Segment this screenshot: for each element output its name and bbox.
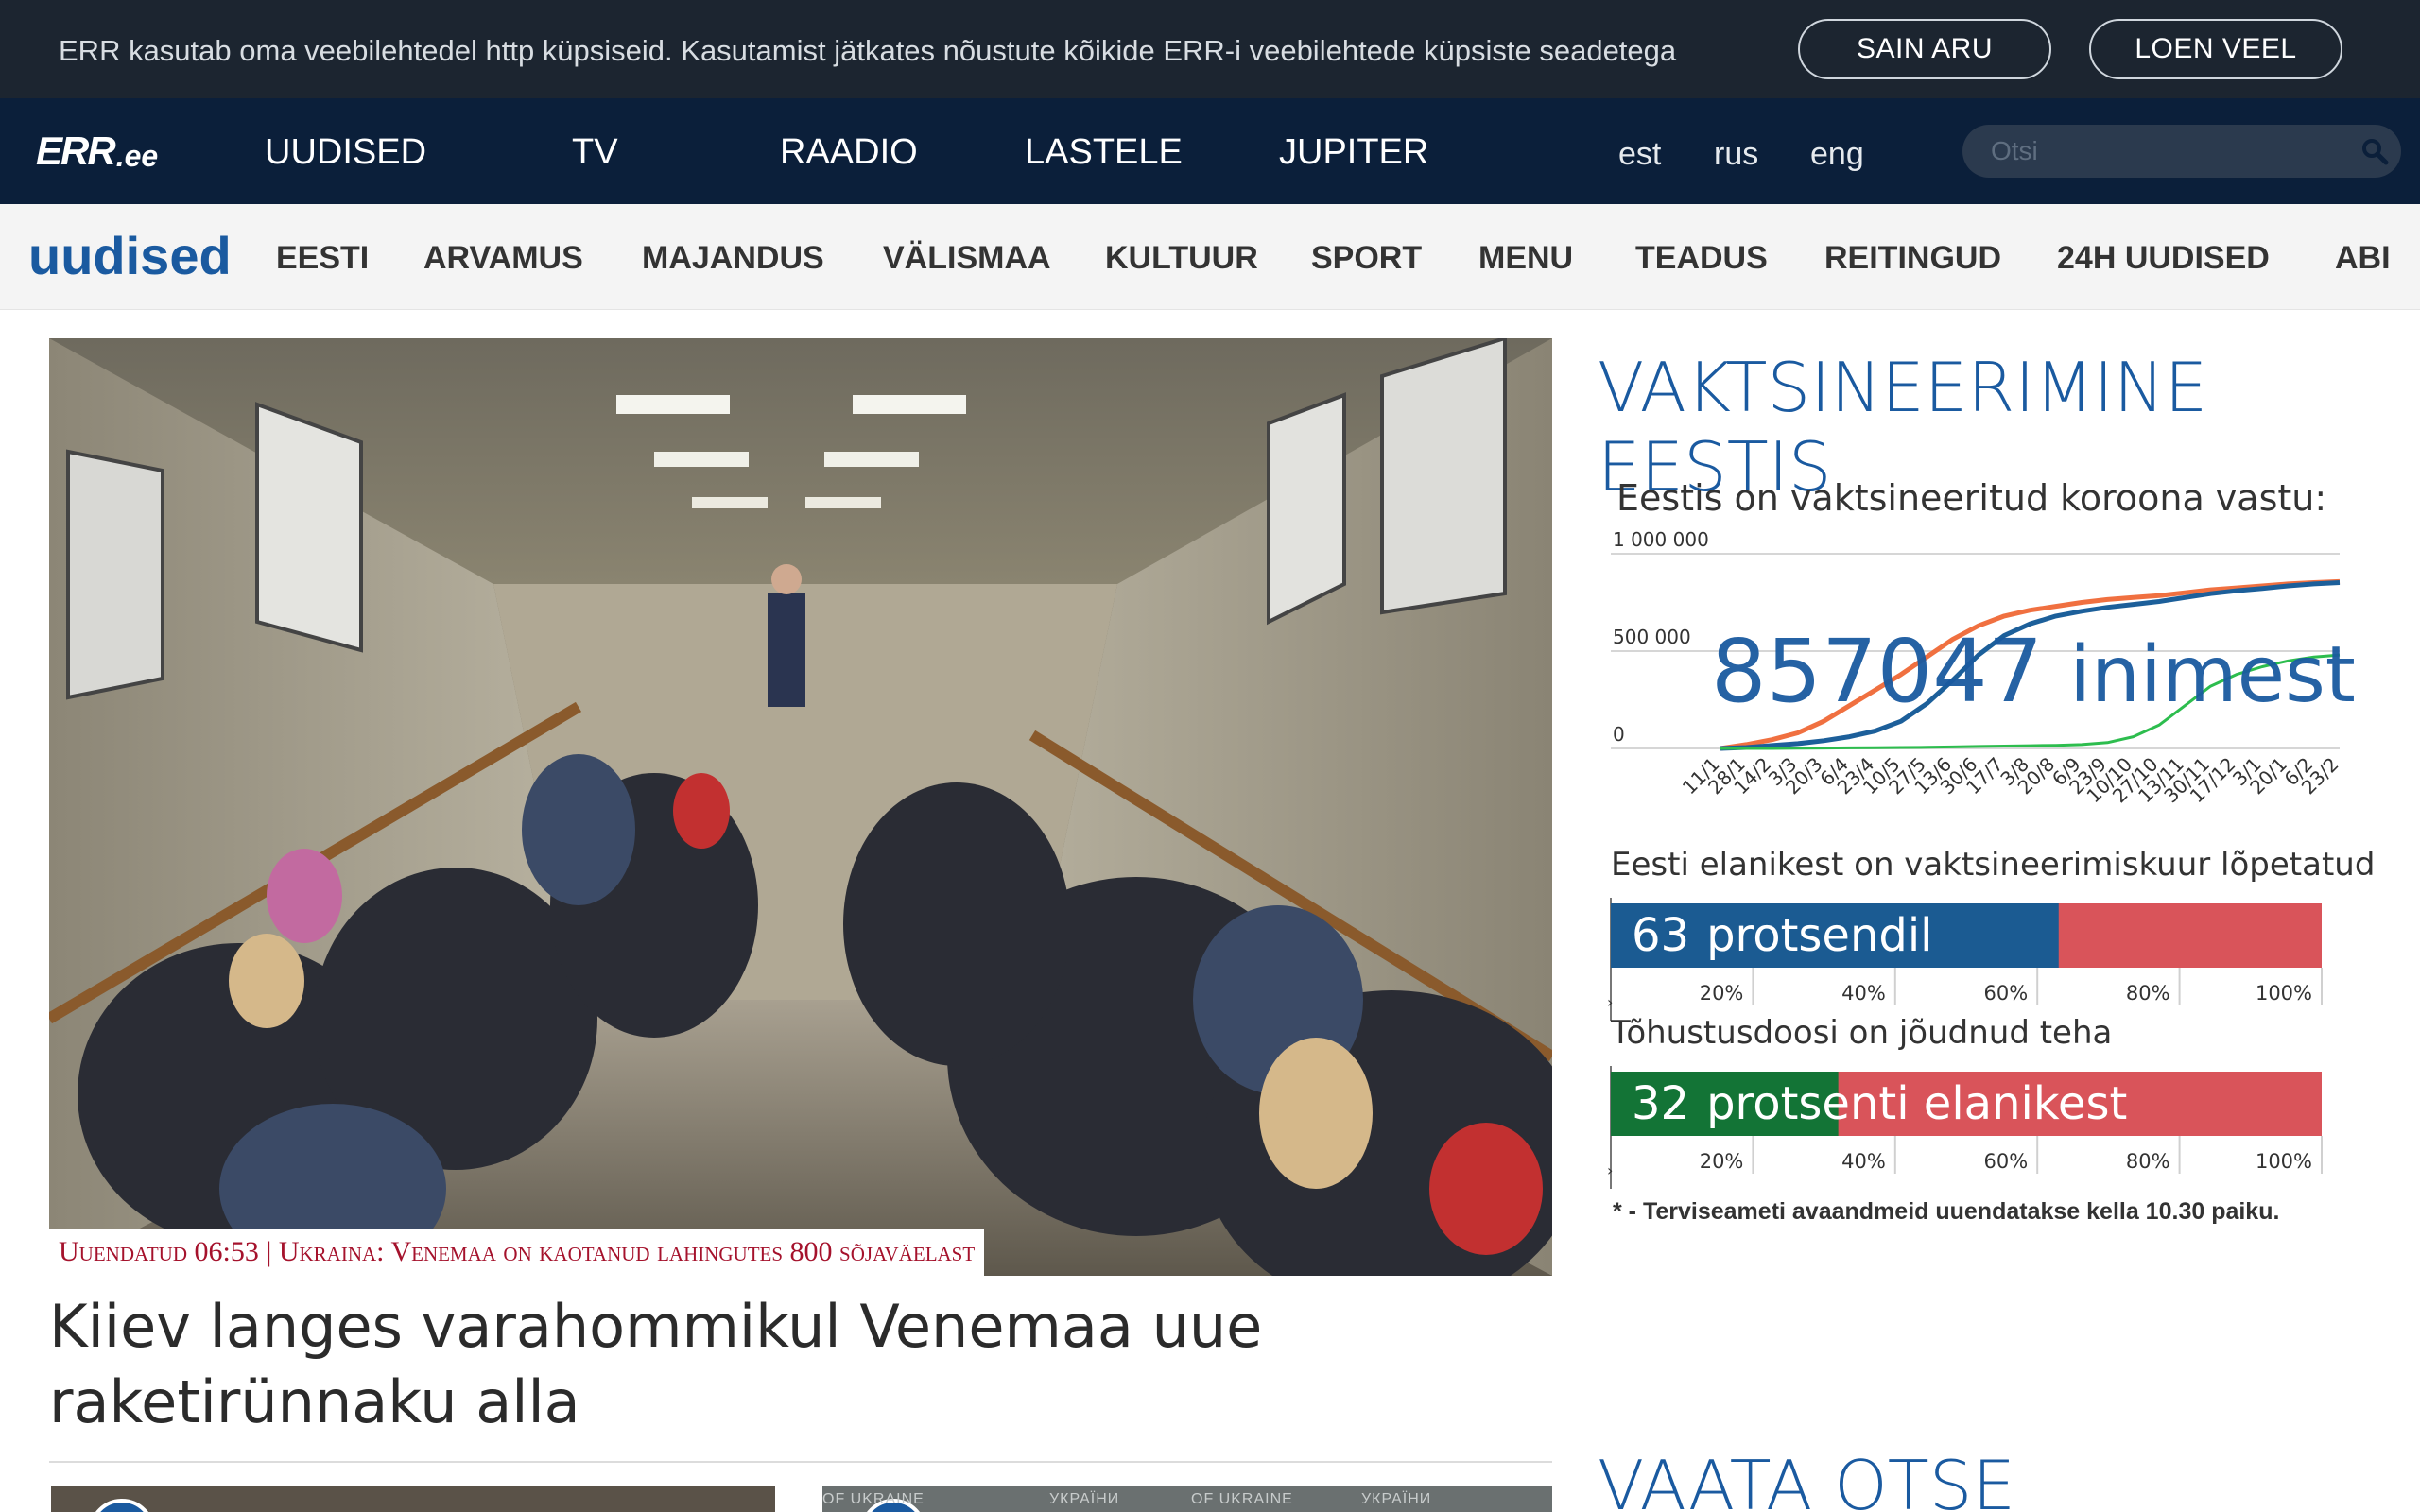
vaccination-charts: Eestis on vaktsineeritud koroona vastu: 1… bbox=[1607, 477, 2373, 1225]
bar-tick-label: 20% bbox=[1700, 982, 1744, 1005]
section-link-arvamus[interactable]: ARVAMUS bbox=[424, 240, 583, 277]
bar-tick-label: 80% bbox=[2126, 1150, 2170, 1173]
section-logo-uudised[interactable]: uudised bbox=[28, 225, 232, 286]
cookie-text: ERR kasutab oma veebilehtedel http küpsi… bbox=[59, 34, 1677, 67]
section-link-24h-uudised[interactable]: 24H UUDISED bbox=[2057, 240, 2270, 277]
bar-tick-label: 60% bbox=[1984, 1150, 2029, 1173]
thumbnail-text: УКРАЇНИ bbox=[1361, 1491, 1432, 1507]
y-tick-label: 1 000 000 bbox=[1613, 528, 1709, 551]
article-thumbnail[interactable]: OF UKRAINE УКРАЇНИ OF UKRAINE УКРАЇНИ bbox=[822, 1486, 1552, 1512]
y-tick-label: 0 bbox=[1613, 723, 1625, 746]
bar-tick-label: 20% bbox=[1700, 1150, 1744, 1173]
section-link-teadus[interactable]: TEADUS bbox=[1635, 240, 1768, 277]
section-link-abi[interactable]: ABI bbox=[2335, 240, 2391, 277]
logo-suffix: .ee bbox=[115, 139, 159, 173]
nav-link-raadio[interactable]: RAADIO bbox=[780, 132, 918, 173]
top-navigation: ERR .ee UUDISED TV RAADIO LASTELE JUPITE… bbox=[0, 98, 2420, 204]
cookie-accept-button[interactable]: SAIN ARU bbox=[1798, 19, 2051, 79]
section-link-sport[interactable]: SPORT bbox=[1311, 240, 1422, 277]
bar-tick-zero: › bbox=[1607, 993, 1613, 1011]
nav-link-lastele[interactable]: LASTELE bbox=[1025, 132, 1183, 173]
cookie-read-more-button[interactable]: LOEN VEEL bbox=[2089, 19, 2342, 79]
nav-link-tv[interactable]: TV bbox=[572, 132, 618, 173]
article-thumbnail[interactable] bbox=[51, 1486, 775, 1512]
lang-est[interactable]: est bbox=[1618, 136, 1661, 173]
bar-chart-title-2: Tõhustusdoosi on jõudnud teha bbox=[1610, 1014, 2112, 1052]
watch-live-title[interactable]: VAATA OTSE bbox=[1598, 1446, 2015, 1512]
section-link-menu[interactable]: MENU bbox=[1478, 240, 1573, 277]
search-input[interactable] bbox=[1991, 132, 2331, 170]
section-link-eesti[interactable]: EESTI bbox=[276, 240, 369, 277]
lang-eng[interactable]: eng bbox=[1810, 136, 1864, 173]
divider bbox=[49, 1461, 1552, 1463]
section-link-valismaa[interactable]: VÄLISMAA bbox=[883, 240, 1051, 277]
data-footnote: * - Terviseameti avaandmeid uuendatakse … bbox=[1613, 1198, 2279, 1225]
search-box bbox=[1962, 125, 2401, 178]
video-badge-icon bbox=[89, 1499, 155, 1512]
line-chart-title: Eestis on vaktsineeritud koroona vastu: bbox=[1616, 477, 2326, 519]
cookie-banner: ERR kasutab oma veebilehtedel http küpsi… bbox=[0, 0, 2420, 98]
article-headline[interactable]: Kiiev langes varahommikul Venemaa uue ra… bbox=[49, 1289, 1552, 1440]
bar-tick-label: 40% bbox=[1841, 1150, 1886, 1173]
thumbnail-text: OF UKRAINE bbox=[822, 1491, 925, 1507]
bar-tick-label: 40% bbox=[1841, 982, 1886, 1005]
section-navigation: uudised EESTI ARVAMUS MAJANDUS VÄLISMAA … bbox=[0, 204, 2420, 310]
bar-tick-label: 60% bbox=[1984, 982, 2029, 1005]
section-link-majandus[interactable]: MAJANDUS bbox=[642, 240, 824, 277]
search-icon[interactable] bbox=[2360, 136, 2390, 166]
thumbnail-text: OF UKRAINE bbox=[1191, 1491, 1293, 1507]
err-logo[interactable]: ERR .ee bbox=[36, 129, 159, 174]
thumbnail-text: УКРАЇНИ bbox=[1049, 1491, 1120, 1507]
nav-link-jupiter[interactable]: JUPITER bbox=[1279, 132, 1428, 173]
logo-main: ERR bbox=[36, 129, 116, 173]
nav-link-uudised[interactable]: UUDISED bbox=[265, 132, 426, 173]
y-tick-label: 500 000 bbox=[1613, 626, 1691, 648]
lang-rus[interactable]: rus bbox=[1714, 136, 1758, 173]
article-update-caption[interactable]: Uuendatud 06:53 | Ukraina: Venemaa on ka… bbox=[49, 1228, 985, 1276]
lead-article-image[interactable] bbox=[49, 338, 1552, 1276]
bar-tick-label: 80% bbox=[2126, 982, 2170, 1005]
vaccinated-count-label: 857047 inimest bbox=[1711, 621, 2356, 722]
bar-value-label-2: 32 protsenti elanikest bbox=[1632, 1077, 2127, 1130]
bar-chart-title-1: Eesti elanikest on vaktsineerimiskuur lõ… bbox=[1611, 846, 2373, 884]
section-link-reitingud[interactable]: REITINGUD bbox=[1824, 240, 2001, 277]
bar-tick-label: 100% bbox=[2256, 982, 2312, 1005]
bar-tick-label: 100% bbox=[2256, 1150, 2312, 1173]
metro-shelter-photo bbox=[49, 338, 1552, 1276]
bar-tick-zero: › bbox=[1607, 1161, 1613, 1179]
section-link-kultuur[interactable]: KULTUUR bbox=[1105, 240, 1258, 277]
bar-value-label-1: 63 protsendil bbox=[1632, 909, 1933, 962]
